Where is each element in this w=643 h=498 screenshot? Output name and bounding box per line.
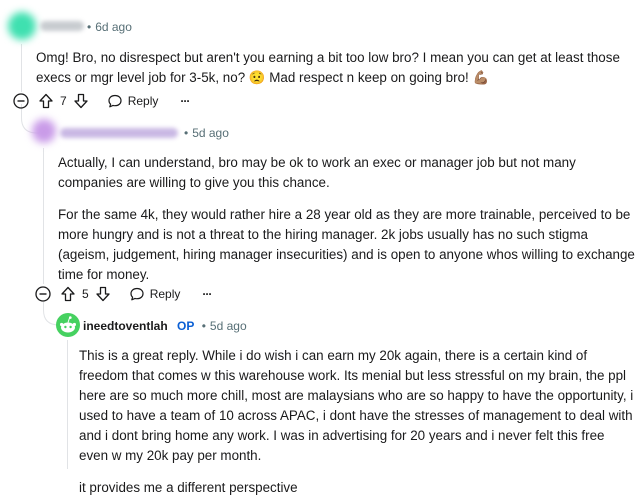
thread-line-2 — [43, 148, 44, 284]
collapse-icon — [13, 93, 29, 109]
comment-body: This is a great reply. While i do wish i… — [79, 346, 637, 498]
vote-count: 7 — [60, 94, 67, 108]
thread-line-1 — [21, 44, 22, 92]
downvote-icon — [74, 93, 88, 109]
op-avatar[interactable] — [56, 313, 80, 337]
more-icon: ··· — [202, 287, 212, 301]
snoo-avatar-icon — [56, 313, 80, 337]
comment-actions: 7 Reply ··· — [12, 91, 190, 111]
comment-paragraph: it provides me a different perspective — [79, 480, 298, 495]
comment-paragraph: Omg! Bro, no disrespect but aren't you e… — [36, 50, 620, 85]
reply-label: Reply — [149, 287, 181, 301]
comment-paragraph: This is a great reply. While i do wish i… — [79, 348, 634, 463]
username-redacted[interactable] — [40, 21, 84, 31]
comment-meta: • 6d ago — [87, 20, 132, 34]
reply-icon — [130, 287, 144, 301]
upvote-button[interactable] — [38, 93, 54, 109]
more-icon: ··· — [180, 94, 190, 108]
collapse-icon — [35, 286, 51, 302]
reply-icon — [108, 94, 122, 108]
comment-time: 5d ago — [192, 126, 229, 140]
downvote-button[interactable] — [95, 286, 111, 302]
reply-label: Reply — [127, 94, 159, 108]
more-options-button[interactable]: ··· — [202, 287, 212, 301]
comment-body: Omg! Bro, no disrespect but aren't you e… — [36, 48, 636, 88]
collapse-button[interactable] — [12, 92, 30, 110]
comment-time: 6d ago — [95, 20, 132, 34]
reply-button[interactable]: Reply — [129, 286, 181, 302]
comment-paragraph: Actually, I can understand, bro may be o… — [58, 155, 576, 190]
vote-count: 5 — [82, 287, 89, 301]
comment-actions: 5 Reply ··· — [34, 284, 212, 304]
collapse-button[interactable] — [34, 285, 52, 303]
upvote-button[interactable] — [60, 286, 76, 302]
comment-meta: • 5d ago — [184, 126, 229, 140]
user-avatar[interactable] — [8, 12, 36, 40]
more-options-button[interactable]: ··· — [180, 94, 190, 108]
author-name[interactable]: ineedtoventlah — [83, 319, 168, 333]
downvote-icon — [96, 286, 110, 302]
upvote-icon — [39, 93, 53, 109]
upvote-icon — [61, 286, 75, 302]
downvote-button[interactable] — [73, 93, 89, 109]
reply-button[interactable]: Reply — [107, 93, 159, 109]
comment-time: 5d ago — [209, 319, 247, 333]
user-avatar[interactable] — [32, 119, 56, 143]
comment-paragraph: For the same 4k, they would rather hire … — [58, 207, 635, 282]
op-badge: OP — [177, 319, 195, 333]
username-redacted[interactable] — [60, 128, 178, 138]
thread-line-3 — [67, 340, 68, 469]
comment-body: Actually, I can understand, bro may be o… — [58, 153, 636, 285]
comment-meta: ineedtoventlah OP • 5d ago — [83, 319, 247, 333]
